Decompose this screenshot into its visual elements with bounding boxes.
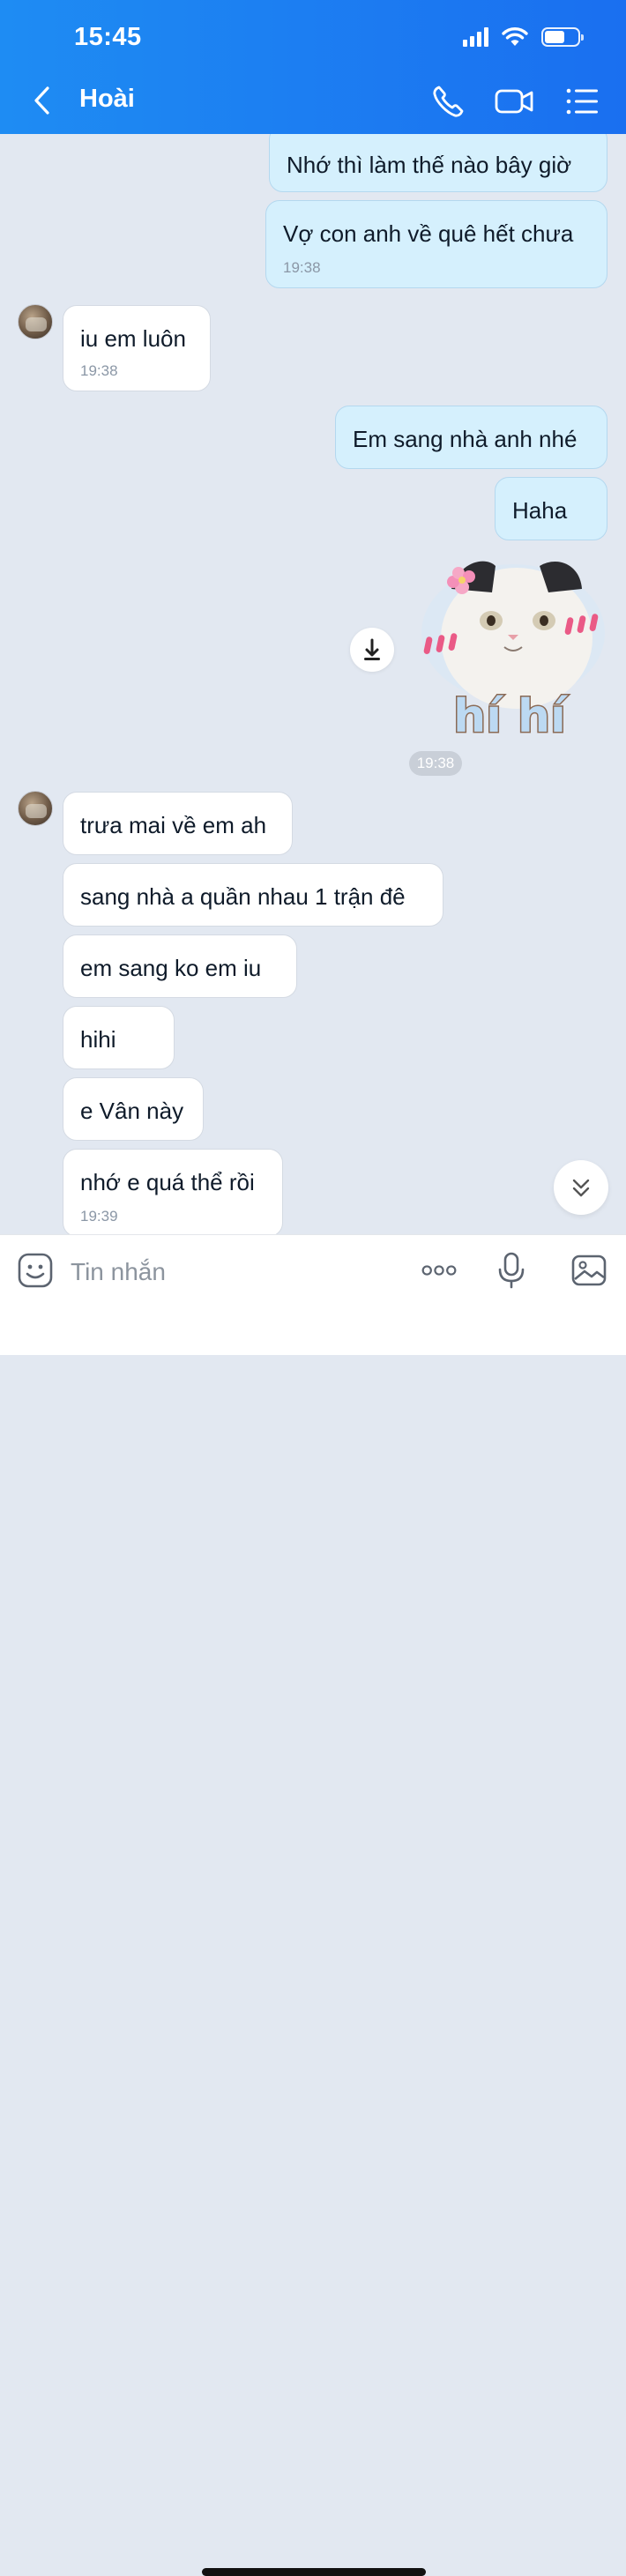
battery-icon (541, 27, 584, 47)
message-bubble[interactable]: e Vân này (63, 1077, 204, 1141)
sticker-caption: hí hí (453, 690, 569, 743)
message-bubble[interactable]: trưa mai về em ah (63, 792, 293, 855)
more-dots-icon[interactable] (420, 1251, 458, 1290)
status-time: 15:45 (74, 23, 142, 51)
message-bubble[interactable]: Em sang nhà anh nhé (335, 406, 607, 469)
message-bubble[interactable]: Vợ con anh về quê hết chưa 19:38 (265, 200, 607, 288)
chat-header: 15:45 Hoài (0, 0, 626, 134)
download-icon (364, 638, 380, 660)
message-text: Em sang nhà anh nhé (353, 426, 578, 452)
message-bubble[interactable]: iu em luôn 19:38 (63, 305, 211, 391)
image-icon[interactable] (570, 1251, 608, 1290)
home-indicator (202, 2568, 426, 2576)
message-time: 19:39 (80, 1208, 118, 1225)
message-bubble[interactable]: em sang ko em iu (63, 934, 297, 998)
message-time: 19:38 (283, 259, 321, 276)
download-button[interactable] (350, 628, 394, 672)
message-text: e Vân này (80, 1098, 184, 1124)
contact-avatar[interactable] (18, 304, 53, 339)
message-text: Vợ con anh về quê hết chưa (283, 220, 574, 247)
microphone-icon[interactable] (492, 1251, 531, 1290)
sticker-time: 19:38 (409, 751, 462, 776)
message-time: 19:38 (80, 362, 118, 379)
message-text: em sang ko em iu (80, 955, 262, 981)
scroll-to-bottom-button[interactable] (554, 1160, 608, 1215)
wifi-icon (502, 27, 528, 46)
message-bubble[interactable]: hihi (63, 1006, 175, 1069)
back-chevron-icon[interactable] (28, 83, 56, 118)
list-menu-icon[interactable] (563, 81, 603, 122)
message-text: hihi (80, 1026, 116, 1053)
emoji-icon[interactable] (16, 1251, 55, 1290)
cat-sticker[interactable]: hí hí (407, 547, 612, 746)
message-text: trưa mai về em ah (80, 812, 267, 838)
message-input[interactable]: Tin nhắn (71, 1258, 166, 1286)
message-bubble[interactable]: Haha (495, 477, 607, 540)
message-text: Haha (512, 497, 568, 524)
chat-area[interactable]: Nhớ thì làm thế nào bây giờ Vợ con anh v… (0, 134, 626, 1234)
contact-avatar[interactable] (18, 791, 53, 826)
message-bubble[interactable]: nhớ e quá thể rồi 19:39 (63, 1149, 283, 1234)
message-text: iu em luôn (80, 325, 186, 352)
contact-name[interactable]: Hoài (79, 85, 135, 114)
message-text: nhớ e quá thể rồi (80, 1169, 255, 1195)
video-camera-icon[interactable] (494, 81, 534, 122)
double-chevron-down-icon (572, 1179, 590, 1197)
message-bubble[interactable]: sang nhà a quần nhau 1 trận đê (63, 863, 443, 927)
message-text: Nhớ thì làm thế nào bây giờ (287, 152, 572, 178)
status-icons (463, 25, 584, 49)
cellular-signal-icon (463, 27, 488, 47)
message-text: sang nhà a quần nhau 1 trận đê (80, 883, 406, 910)
message-input-bar: Tin nhắn (0, 1234, 626, 2576)
message-bubble[interactable]: Nhớ thì làm thế nào bây giờ (269, 134, 607, 192)
phone-icon[interactable] (429, 81, 469, 122)
